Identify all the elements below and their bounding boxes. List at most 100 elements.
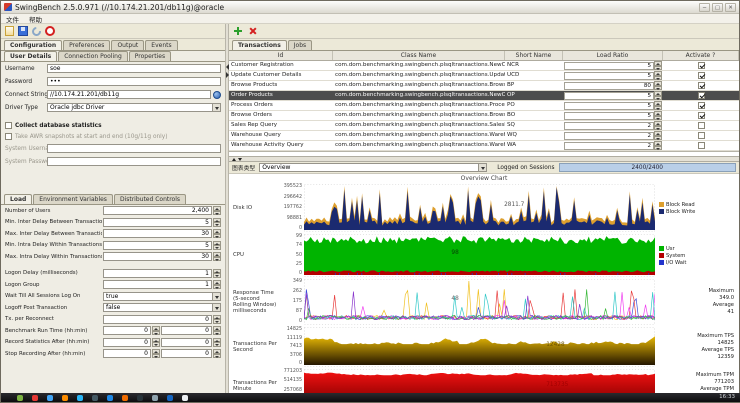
spinner-down-icon[interactable] [213,245,221,250]
taskbar-app-icon[interactable] [92,395,98,401]
spinner-control[interactable] [654,61,662,70]
spinner-control[interactable] [213,229,221,238]
spinner-down-icon[interactable] [654,96,662,101]
column-header-short-name[interactable]: Short Name [505,51,563,60]
spinner-control[interactable] [213,241,221,250]
logon-group-input[interactable]: 1 [103,280,212,289]
taskbar-app-icon[interactable] [137,395,143,401]
spinner-down-icon[interactable] [654,66,662,71]
spinner-control[interactable] [152,326,160,335]
spinner-down-icon[interactable] [213,222,221,227]
spinner-down-icon[interactable] [152,331,160,336]
column-header-id[interactable]: Id [229,51,333,60]
table-row[interactable]: Process Orderscom.dom.benchmarking.swing… [229,101,739,111]
stop-benchmark-icon[interactable] [45,26,55,36]
remove-transaction-icon[interactable] [247,26,257,36]
spinner-control[interactable] [213,326,221,335]
spinner-control[interactable] [152,349,160,358]
spinner-control[interactable] [213,338,221,347]
spinner-down-icon[interactable] [654,106,662,111]
wait-till-all-sessions-log-on-select[interactable]: true [103,292,221,301]
column-header-class-name[interactable]: Class Name [333,51,505,60]
min-inter-delay-between-transactions-ms-input[interactable]: 5 [103,218,212,227]
awr-snapshot-checkbox[interactable] [5,133,12,140]
system-password-input[interactable] [47,157,221,166]
taskbar-app-icon[interactable] [77,395,83,401]
load-ratio-input[interactable]: 5 [564,112,654,120]
table-row[interactable]: Warehouse Activity Querycom.dom.benchmar… [229,141,739,151]
activate-checkbox[interactable] [698,92,705,99]
splitter-collapse-down-icon[interactable] [238,158,242,161]
menu-[interactable]: 文件 [6,14,19,24]
spinner-down-icon[interactable] [213,257,221,262]
taskbar-app-icon[interactable] [182,395,188,401]
tx-per-reconnect-input[interactable]: 0 [103,315,212,324]
spinner-control[interactable] [654,121,662,130]
stop-recording-after-hh-min-hours-input[interactable]: 0 [103,349,151,358]
taskbar-app-icon[interactable] [122,395,128,401]
spinner-down-icon[interactable] [213,211,221,216]
minimize-button[interactable]: ─ [699,3,710,12]
load-ratio-input[interactable]: 2 [564,132,654,140]
table-row[interactable]: Browse Orderscom.dom.benchmarking.swingb… [229,111,739,121]
spinner-control[interactable] [213,269,221,278]
logoff-post-transaction-select[interactable]: false [103,303,221,312]
benchmark-run-time-hh-min-minutes-input[interactable]: 0 [161,326,212,335]
username-input[interactable]: soe [47,64,221,73]
activate-checkbox[interactable] [698,112,705,119]
spinner-control[interactable] [213,218,221,227]
load-ratio-input[interactable]: 2 [564,122,654,130]
spinner-control[interactable] [654,111,662,120]
add-transaction-icon[interactable] [233,26,243,36]
tab-events[interactable]: Events [145,40,177,50]
logon-delay-milliseconds-input[interactable]: 1 [103,269,212,278]
taskbar-app-icon[interactable] [167,395,173,401]
spinner-down-icon[interactable] [213,331,221,336]
password-input[interactable]: ••• [47,77,221,86]
table-row[interactable]: Warehouse Querycom.dom.benchmarking.swin… [229,131,739,141]
min-intra-delay-within-transactions-ms-input[interactable]: 5 [103,241,212,250]
maximize-button[interactable]: ▢ [712,3,723,12]
load-ratio-input[interactable]: 5 [564,102,654,110]
load-ratio-input[interactable]: 2 [564,142,654,150]
spinner-control[interactable] [654,71,662,80]
spinner-down-icon[interactable] [152,354,160,359]
spinner-control[interactable] [654,81,662,90]
chart-type-select[interactable]: Overview [259,163,487,172]
spinner-control[interactable] [152,338,160,347]
spinner-control[interactable] [213,280,221,289]
taskbar-app-icon[interactable] [152,395,158,401]
loadtab-load[interactable]: Load [4,194,32,204]
spinner-control[interactable] [654,141,662,150]
table-row[interactable]: Sales Rep Querycom.dom.benchmarking.swin… [229,121,739,131]
load-ratio-input[interactable]: 5 [564,62,654,70]
spinner-down-icon[interactable] [213,342,221,347]
max-inter-delay-between-transactions-ms-input[interactable]: 30 [103,229,212,238]
loadtab-environment-variables[interactable]: Environment Variables [33,194,113,204]
collect-stats-checkbox[interactable] [5,122,12,129]
spinner-down-icon[interactable] [654,146,662,151]
activate-checkbox[interactable] [698,72,705,79]
column-header-load-ratio[interactable]: Load Ratio [563,51,663,60]
spinner-control[interactable] [654,91,662,100]
spinner-down-icon[interactable] [654,136,662,141]
spinner-control[interactable] [213,315,221,324]
record-statistics-after-hh-min-minutes-input[interactable]: 0 [161,338,212,347]
activate-checkbox[interactable] [698,142,705,149]
activate-checkbox[interactable] [698,132,705,139]
connect-string-input[interactable]: //10.174.21.201/db11g [47,90,211,99]
spinner-down-icon[interactable] [654,76,662,81]
spinner-down-icon[interactable] [654,86,662,91]
table-row[interactable]: Browse Productscom.dom.benchmarking.swin… [229,81,739,91]
taskbar-app-icon[interactable] [62,395,68,401]
spinner-control[interactable] [213,349,221,358]
spinner-down-icon[interactable] [654,116,662,121]
stop-recording-after-hh-min-minutes-input[interactable]: 0 [161,349,212,358]
spinner-control[interactable] [213,206,221,215]
start-benchmark-icon[interactable] [30,25,43,38]
spinner-down-icon[interactable] [213,319,221,324]
spinner-down-icon[interactable] [213,234,221,239]
spinner-down-icon[interactable] [213,285,221,290]
column-header-activate[interactable]: Activate ? [663,51,739,60]
spinner-down-icon[interactable] [152,342,160,347]
